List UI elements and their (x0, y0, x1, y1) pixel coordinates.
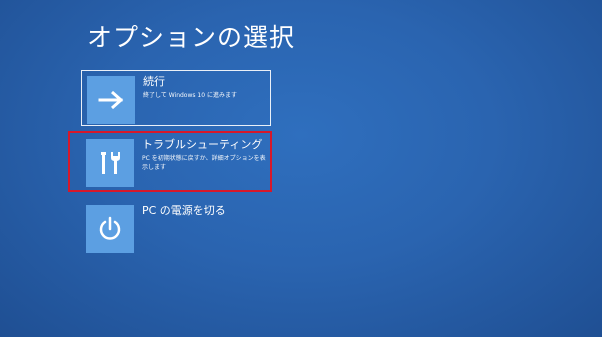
page-title: オプションの選択 (87, 23, 296, 52)
troubleshoot-description: PC を初期状態に戻すか、詳細オプションを表示します (142, 155, 266, 171)
arrow-right-icon (98, 90, 124, 110)
troubleshoot-title: トラブルシューティング (142, 138, 263, 151)
troubleshoot-tile (86, 139, 134, 187)
power-tile (86, 205, 134, 253)
tools-icon (101, 152, 120, 174)
power-icon (99, 216, 121, 240)
troubleshoot-text: トラブルシューティング PC を初期状態に戻すか、詳細オプションを表示します (142, 138, 268, 172)
continue-text: 続行 終了して Windows 10 に進みます (143, 75, 269, 100)
power-off-text: PC の電源を切る (142, 204, 268, 217)
continue-title: 続行 (143, 75, 165, 88)
power-off-option[interactable]: PC の電源を切る (81, 200, 271, 256)
power-off-title: PC の電源を切る (142, 204, 226, 217)
continue-option[interactable]: 続行 終了して Windows 10 に進みます (81, 70, 271, 126)
troubleshoot-option[interactable]: トラブルシューティング PC を初期状態に戻すか、詳細オプションを表示します (68, 131, 272, 192)
recovery-options-screen: オプションの選択 続行 終了して Windows 10 に進みます トラブルシュ… (0, 0, 602, 337)
continue-description: 終了して Windows 10 に進みます (143, 92, 237, 99)
continue-tile (87, 76, 135, 124)
